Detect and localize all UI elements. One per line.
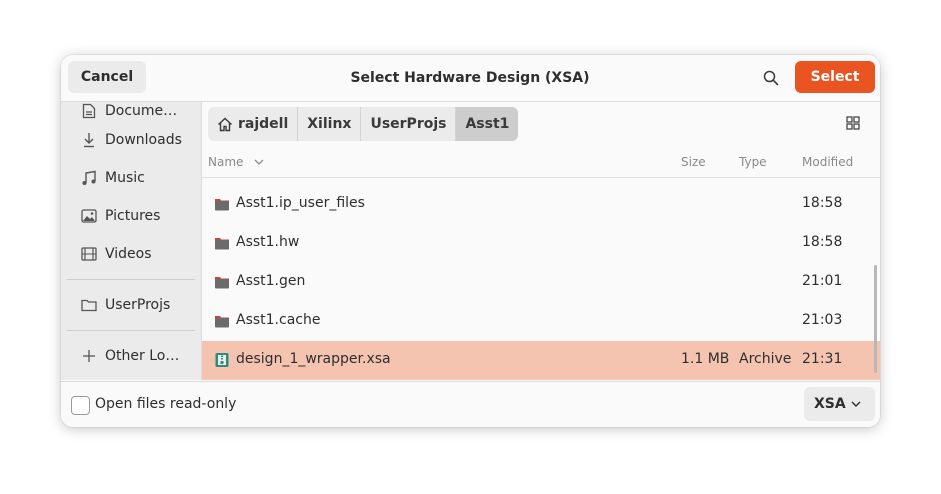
file-modified: 18:58	[802, 195, 843, 211]
file-name: design_1_wrapper.xsa	[236, 351, 391, 367]
cancel-button[interactable]: Cancel	[68, 61, 146, 93]
breadcrumb-item[interactable]: UserProjs	[361, 107, 457, 141]
places-sidebar: Docume… Downloads Music Pictures Videos	[61, 102, 202, 380]
file-browser: rajdell Xilinx UserProjs Asst1 Name Size…	[202, 102, 880, 380]
file-modified: 21:01	[802, 273, 843, 289]
select-button[interactable]: Select	[795, 61, 875, 93]
sidebar-item-label: Downloads	[105, 132, 182, 148]
file-name: Asst1.ip_user_files	[236, 195, 365, 211]
file-name: Asst1.hw	[236, 234, 300, 250]
sidebar-item-label: Videos	[105, 246, 152, 262]
file-row[interactable]: Asst1.ip_user_files 18:58	[202, 185, 880, 224]
folder-icon	[215, 199, 229, 211]
video-icon	[79, 244, 99, 264]
breadcrumb: rajdell Xilinx UserProjs Asst1	[208, 107, 519, 141]
sidebar-item-label: Other Lo…	[105, 348, 180, 364]
chevron-down-icon	[851, 401, 861, 407]
music-icon	[79, 168, 99, 188]
file-row[interactable]: Asst1.gen 21:01	[202, 263, 880, 302]
column-size[interactable]: Size	[681, 155, 706, 169]
dialog-title: Select Hardware Design (XSA)	[350, 70, 590, 86]
column-name[interactable]: Name	[208, 155, 265, 169]
scrollbar[interactable]	[874, 265, 877, 373]
breadcrumb-label: rajdell	[238, 116, 289, 132]
filter-value: XSA	[814, 396, 846, 412]
file-row[interactable]: Asst1.cache 21:03	[202, 302, 880, 341]
file-type: Archive	[739, 351, 792, 367]
column-modified[interactable]: Modified	[802, 155, 853, 169]
file-modified: 18:58	[802, 234, 843, 250]
read-only-checkbox[interactable]	[71, 396, 90, 415]
header-bar: Cancel Select Hardware Design (XSA) Sele…	[61, 55, 880, 102]
sidebar-item-userprojs[interactable]: UserProjs	[61, 288, 201, 322]
column-type[interactable]: Type	[739, 155, 767, 169]
breadcrumb-home[interactable]: rajdell	[208, 107, 299, 141]
home-icon	[217, 117, 233, 132]
search-icon	[763, 70, 779, 86]
grid-view-button[interactable]	[846, 115, 864, 133]
file-size: 1.1 MB	[681, 351, 730, 367]
file-modified: 21:03	[802, 312, 843, 328]
column-header: Name Size Type Modified	[202, 149, 880, 178]
footer-bar: Open files read-only XSA	[61, 381, 880, 427]
folder-icon	[79, 295, 99, 315]
column-name-label: Name	[208, 155, 244, 169]
search-button[interactable]	[757, 64, 785, 92]
folder-icon	[215, 238, 229, 250]
sidebar-item-label: Pictures	[105, 208, 161, 224]
file-row-selected[interactable]: design_1_wrapper.xsa 1.1 MB Archive 21:3…	[202, 341, 880, 380]
read-only-label[interactable]: Open files read-only	[95, 396, 236, 412]
file-name: Asst1.cache	[236, 312, 321, 328]
file-chooser-dialog: Cancel Select Hardware Design (XSA) Sele…	[61, 55, 880, 427]
grid-view-icon	[846, 116, 860, 130]
document-icon	[79, 102, 99, 121]
download-icon	[79, 130, 99, 150]
plus-icon	[79, 346, 99, 366]
breadcrumb-item-current[interactable]: Asst1	[456, 107, 519, 141]
sort-chevron-icon	[254, 159, 264, 165]
file-row[interactable]: Asst1.hw 18:58	[202, 224, 880, 263]
sidebar-item-label: UserProjs	[105, 297, 171, 313]
picture-icon	[79, 206, 99, 226]
folder-icon	[215, 316, 229, 328]
folder-icon	[215, 277, 229, 289]
file-filter-dropdown[interactable]: XSA	[804, 387, 875, 421]
sidebar-separator	[67, 279, 195, 280]
sidebar-item-videos[interactable]: Videos	[61, 237, 201, 271]
sidebar-item-other-locations[interactable]: Other Lo…	[61, 339, 201, 373]
file-name: Asst1.gen	[236, 273, 306, 289]
breadcrumb-item[interactable]: Xilinx	[298, 107, 362, 141]
sidebar-item-label: Docume…	[105, 103, 178, 119]
sidebar-item-label: Music	[105, 170, 145, 186]
sidebar-item-music[interactable]: Music	[61, 161, 201, 195]
sidebar-item-pictures[interactable]: Pictures	[61, 199, 201, 233]
archive-icon	[215, 353, 229, 367]
sidebar-item-downloads[interactable]: Downloads	[61, 123, 201, 157]
file-modified: 21:31	[802, 351, 843, 367]
sidebar-separator	[67, 330, 195, 331]
